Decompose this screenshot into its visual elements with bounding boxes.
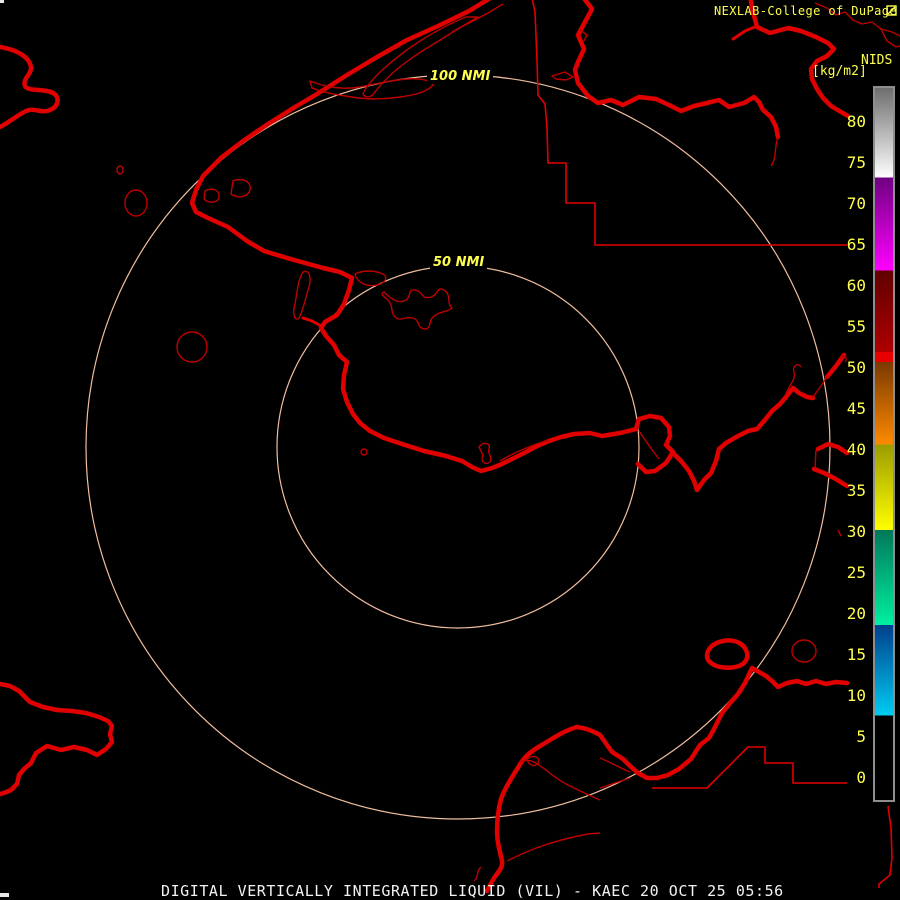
range-ring-label-50nmi: 50 NMI (430, 256, 488, 270)
colorbar-tick-label: 0 (856, 767, 866, 787)
colorbar-units: [kg/m2] (812, 64, 867, 79)
colorbar-tick-label: 50 (846, 358, 866, 378)
colorbar-tick-label: 70 (846, 193, 866, 213)
product-caption: DIGITAL VERTICALLY INTEGRATED LIQUID (VI… (161, 882, 784, 900)
vil-color-scale (873, 86, 895, 802)
shoreline-detail-overlay (116, 2, 900, 882)
range-ring-label-100nmi: 100 NMI (427, 70, 494, 84)
radar-map (0, 0, 900, 894)
colorbar-tick-label: 10 (846, 685, 866, 705)
colorbar-tick-label: 20 (846, 604, 866, 624)
screen-artifact (0, 0, 4, 3)
colorbar-tick-label: 80 (846, 112, 866, 132)
coastline-overlay (0, 0, 851, 894)
radar-display: 100 NMI 50 NMI NEXLAB-College of DuPage … (0, 0, 900, 900)
site-title: NEXLAB-College of DuPage (714, 4, 897, 18)
colorbar-tick-label: 15 (846, 645, 866, 665)
colorbar-tick-label: 40 (846, 439, 866, 459)
colorbar-tick-label: 5 (856, 726, 866, 746)
colorbar-tick-label: 75 (846, 152, 866, 172)
colorbar-tick-label: 45 (846, 398, 866, 418)
colorbar-tick-label: 55 (846, 317, 866, 336)
dupage-logo-icon (886, 5, 897, 16)
color-scale-tick-labels: 80 75 70 65 60 55 50 45 40 35 30 25 20 15 10 5 0 (828, 86, 866, 798)
screen-artifact (0, 893, 9, 897)
colorbar-tick-label: 65 (846, 234, 866, 254)
colorbar-tick-label: 30 (846, 521, 866, 541)
colorbar-tick-label: 25 (846, 563, 866, 582)
colorbar-tick-label: 60 (846, 276, 866, 295)
colorbar-tick-label: 35 (846, 480, 866, 500)
